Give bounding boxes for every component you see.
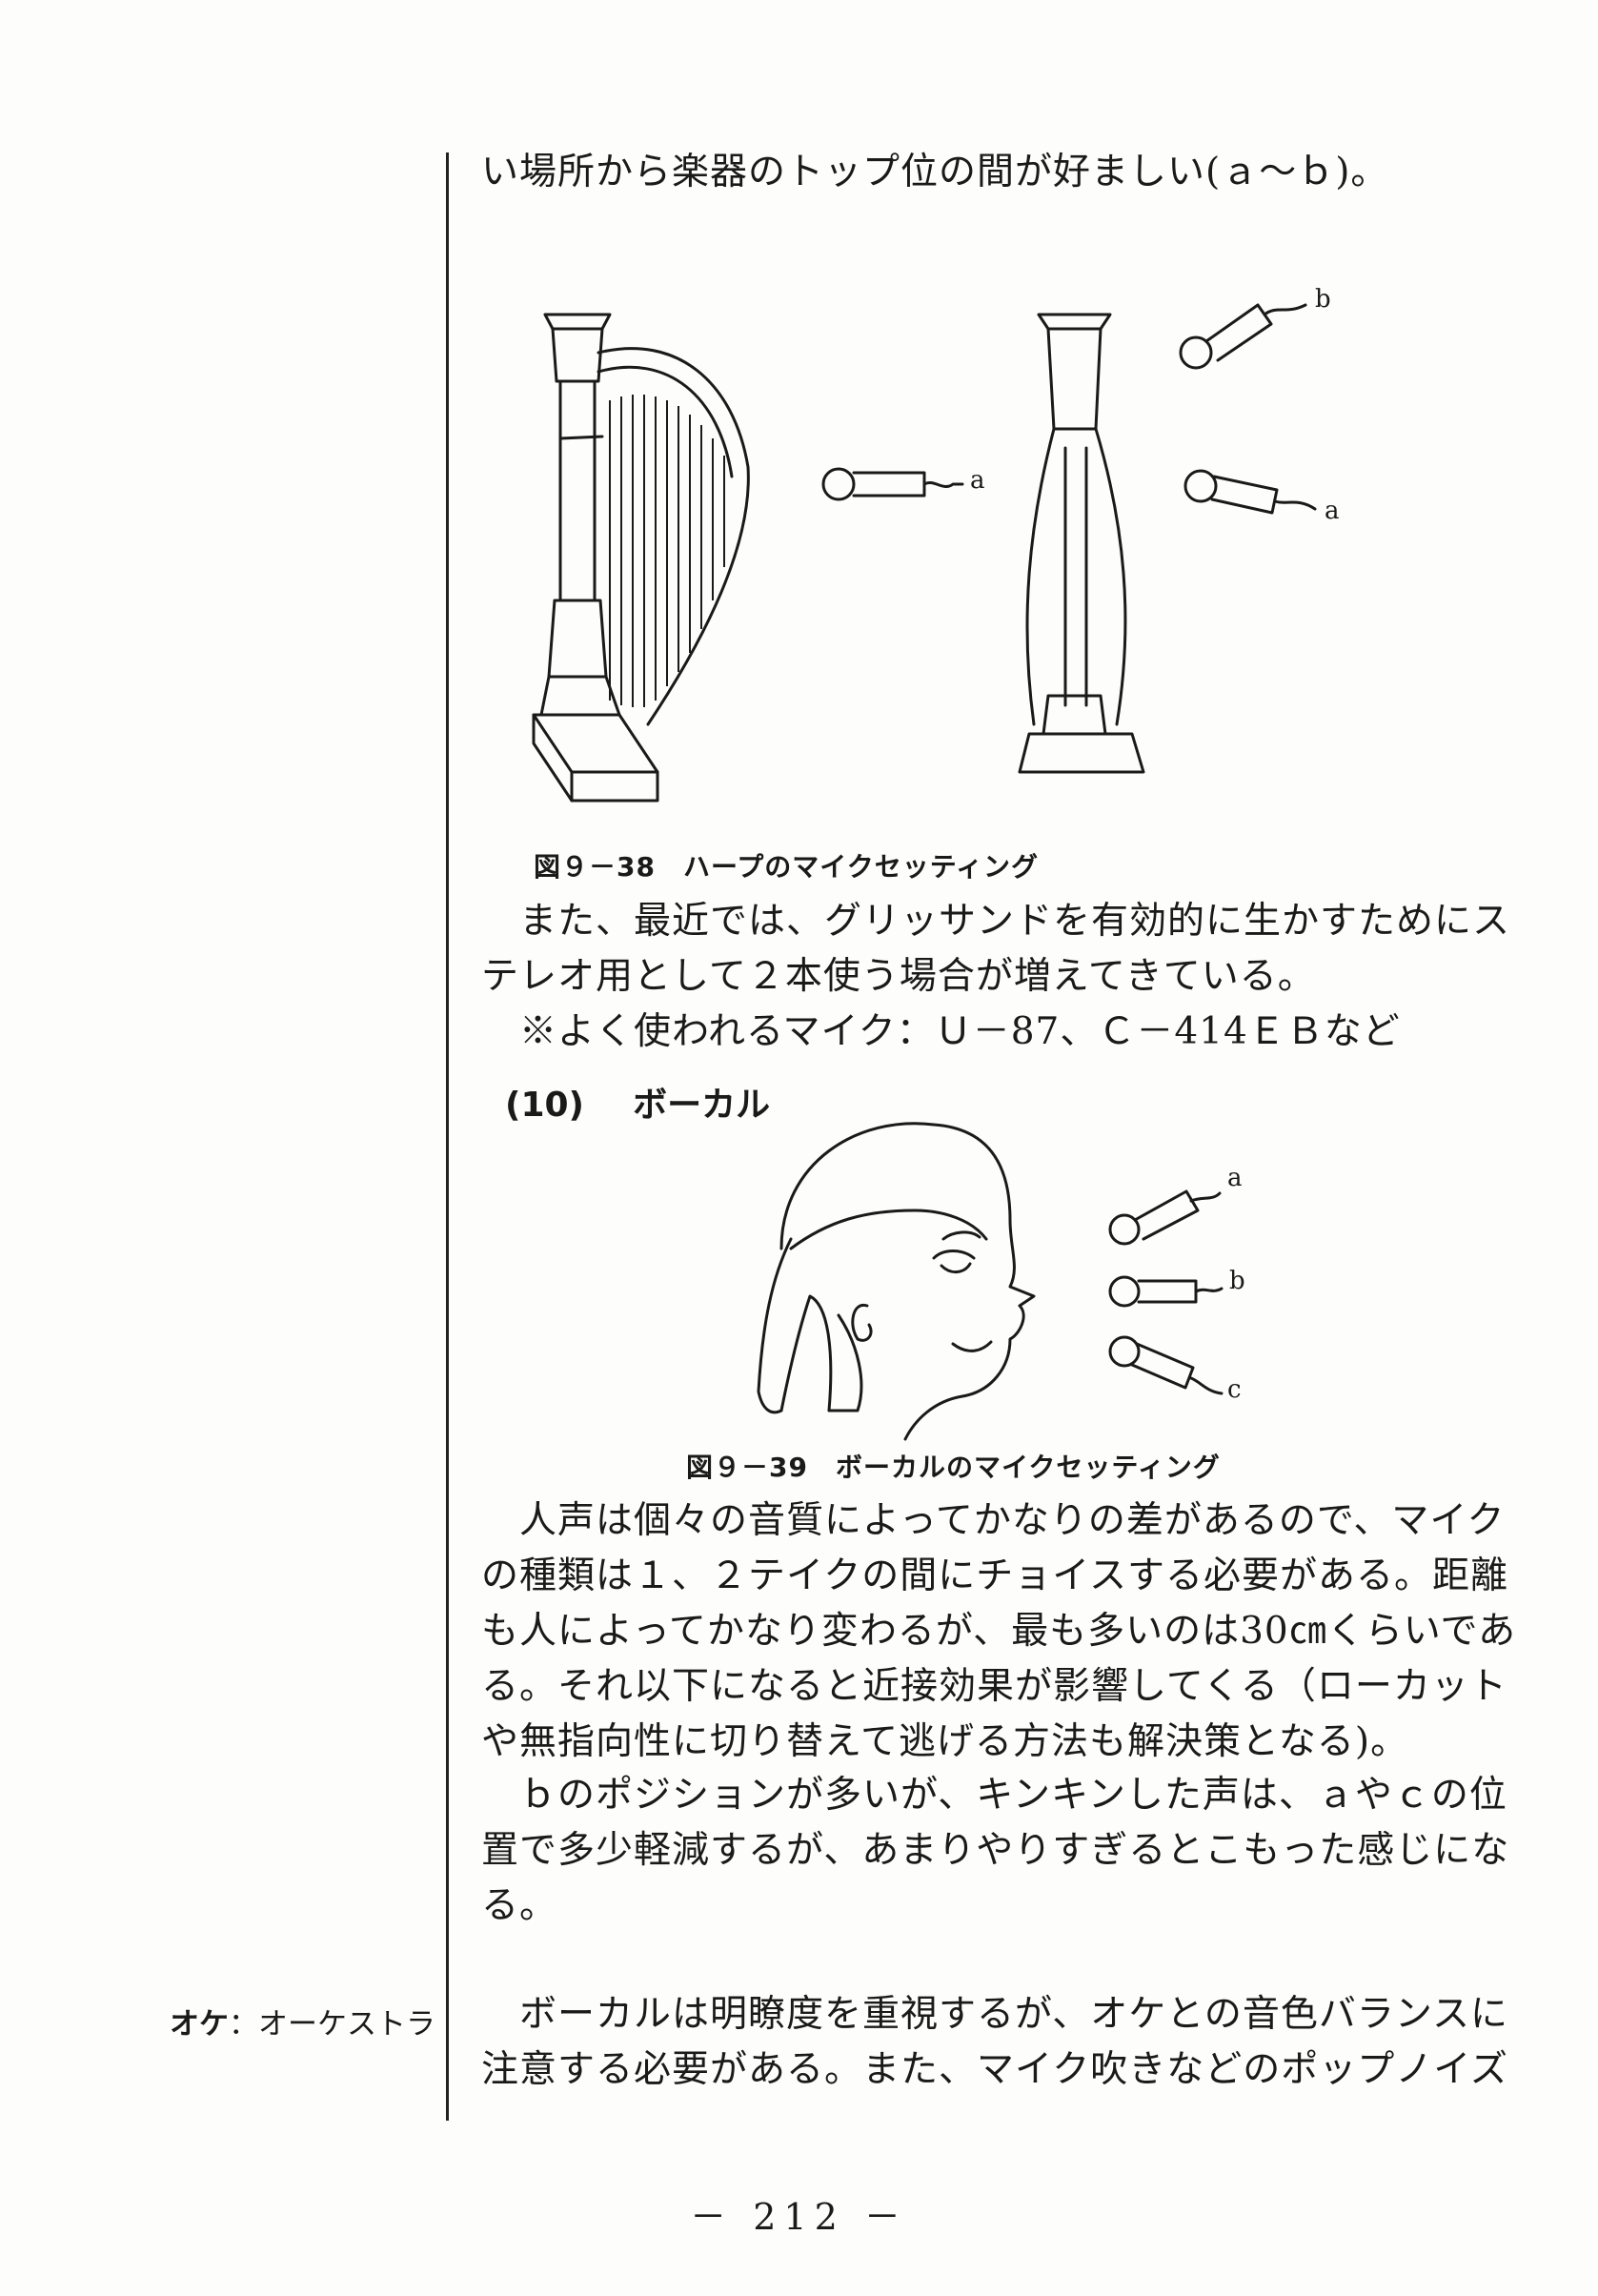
margin-note-term: オケ: [170, 2007, 229, 2042]
text-line: ※よく使われるマイク：Ｕ－87、Ｃ－414ＥＢなど: [481, 1010, 1401, 1053]
text-line: 人声は個々の音質によってかなりの差があるので、マイク: [481, 1499, 1506, 1542]
text-line: また、最近では、グリッサンドを有効的に生かすためにス: [481, 900, 1511, 943]
vocalist-illustration: [757, 1122, 1036, 1441]
text-line: 置で多少軽減するが、あまりやりすぎるとこもった感じにな: [481, 1829, 1510, 1872]
mic-label-right-a: a: [1325, 497, 1340, 525]
margin-rule: [446, 152, 449, 2121]
margin-note-definition: オーケストラ: [258, 2007, 435, 2042]
microphone-icon: [1108, 1275, 1224, 1308]
text-line: も人によってかなり変わるが、最も多いのは30㎝くらいであ: [481, 1610, 1517, 1653]
section-number: (10): [505, 1086, 585, 1125]
text-line: 注意する必要がある。また、マイク吹きなどのポップノイズ: [481, 2048, 1509, 2091]
harp-front-illustration: [1018, 313, 1145, 774]
mic-label-left-a: a: [970, 466, 985, 495]
margin-note: オケ：オーケストラ: [170, 2000, 435, 2042]
text-line: る。: [481, 1884, 558, 1927]
microphone-icon: [1179, 303, 1307, 370]
mic-label-a: a: [1227, 1164, 1243, 1192]
mic-label-b: b: [1229, 1267, 1245, 1295]
paragraph-top: い場所から楽器のトップ位の間が好ましい(ａ～ｂ)。: [481, 151, 1389, 193]
vocal-figure: a b c: [757, 1122, 1245, 1441]
text-line: ボーカルは明瞭度を重視するが、オケとの音色バランスに: [481, 1993, 1509, 2036]
text-line: の種類は１、２テイクの間にチョイスする必要がある。距離: [481, 1554, 1509, 1597]
mic-label-right-b: b: [1315, 285, 1331, 314]
text-line: ｂのポジションが多いが、キンキンした声は、ａやｃの位: [481, 1774, 1507, 1817]
margin-note-separator: ：: [229, 2007, 258, 2042]
figure-39-caption: 図９－39 ボーカルのマイクセッティング: [686, 1452, 1221, 1483]
microphone-icon: [821, 467, 964, 501]
paragraph-harp: また、最近では、グリッサンドを有効的に生かすためにス テレオ用として２本使う場合…: [481, 894, 1511, 1060]
mic-label-c: c: [1227, 1375, 1242, 1404]
text-line: や無指向性に切り替えて逃げる方法も解決策となる)。: [481, 1720, 1409, 1763]
microphone-icon: [1108, 1335, 1224, 1395]
paragraph-vocal-1: 人声は個々の音質によってかなりの差があるので、マイク の種類は１、２テイクの間に…: [481, 1493, 1517, 1770]
figure-38-caption: 図９－38 ハープのマイクセッティング: [534, 851, 1040, 883]
harp-figure: a b a: [532, 285, 1340, 803]
paragraph-vocal-2: ｂのポジションが多いが、キンキンした声は、ａやｃの位 置で多少軽減するが、あまり…: [481, 1768, 1510, 1934]
text-line: る。それ以下になると近接効果が影響してくる（ローカット: [481, 1665, 1507, 1708]
text-line: テレオ用として２本使う場合が増えてきている。: [481, 955, 1316, 998]
paragraph-vocal-3: ボーカルは明瞭度を重視するが、オケとの音色バランスに 注意する必要がある。また、…: [481, 1987, 1509, 2098]
page-number: － 212 －: [690, 2196, 908, 2238]
microphone-icon: [1183, 469, 1317, 515]
harp-side-illustration: [532, 313, 750, 803]
microphone-icon: [1108, 1189, 1222, 1246]
